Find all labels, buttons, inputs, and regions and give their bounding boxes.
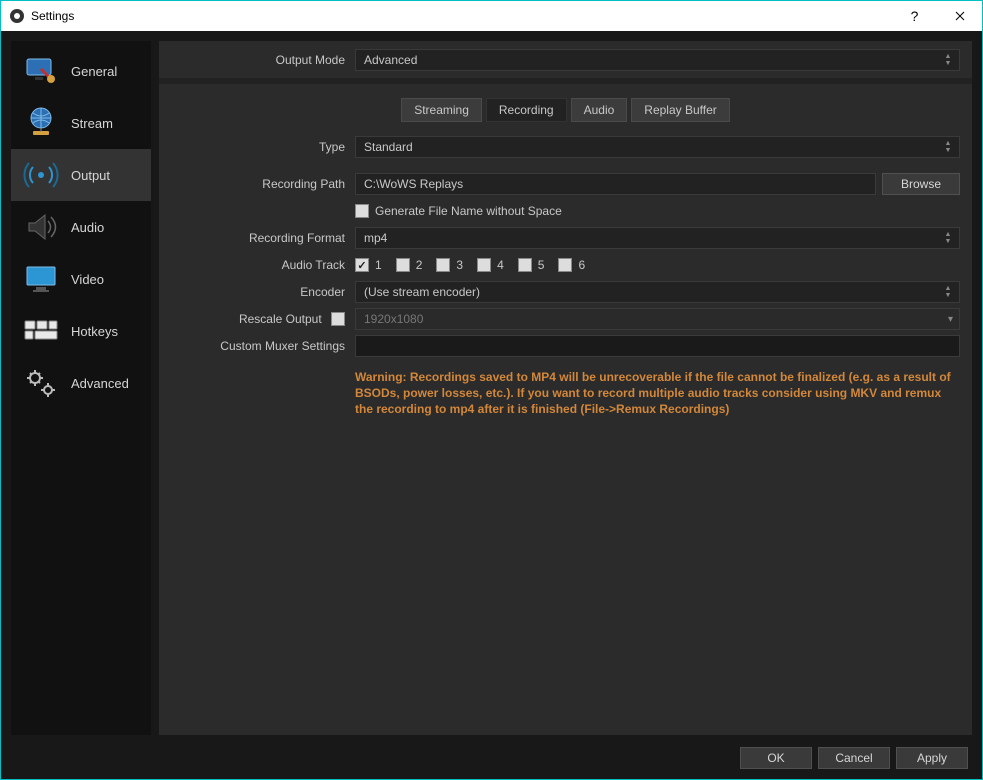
output-mode-select[interactable]: Advanced ▲▼ (355, 49, 960, 71)
recording-format-label: Recording Format (165, 231, 355, 245)
monitor-wrench-icon (21, 51, 61, 91)
tab-streaming[interactable]: Streaming (401, 98, 482, 122)
settings-window: Settings ? General Stream Output (0, 0, 983, 780)
gen-filename-checkbox[interactable] (355, 204, 369, 218)
muxer-input[interactable] (355, 335, 960, 357)
sidebar-item-advanced[interactable]: Advanced (11, 357, 151, 409)
tab-audio[interactable]: Audio (571, 98, 628, 122)
gears-icon (21, 363, 61, 403)
recording-path-label: Recording Path (165, 177, 355, 191)
app-icon (9, 8, 25, 24)
sidebar-item-general[interactable]: General (11, 45, 151, 97)
sidebar-item-label: Output (71, 168, 110, 183)
recording-path-input[interactable] (355, 173, 876, 195)
spinner-icon: ▲▼ (941, 230, 955, 246)
sidebar-item-hotkeys[interactable]: Hotkeys (11, 305, 151, 357)
audio-track-3-checkbox[interactable] (436, 258, 450, 272)
rescale-output-label: Rescale Output (165, 312, 355, 327)
sidebar-item-output[interactable]: Output (11, 149, 151, 201)
ok-button[interactable]: OK (740, 747, 812, 769)
tab-replay-buffer[interactable]: Replay Buffer (631, 98, 730, 122)
type-label: Type (165, 140, 355, 154)
apply-button[interactable]: Apply (896, 747, 968, 769)
muxer-label: Custom Muxer Settings (165, 339, 355, 353)
cancel-button[interactable]: Cancel (818, 747, 890, 769)
titlebar: Settings ? (1, 1, 982, 31)
encoder-label: Encoder (165, 285, 355, 299)
sidebar-item-label: General (71, 64, 117, 79)
audio-track-4-checkbox[interactable] (477, 258, 491, 272)
sidebar-item-label: Stream (71, 116, 113, 131)
output-mode-label: Output Mode (165, 53, 355, 67)
chevron-down-icon: ▾ (948, 314, 953, 325)
rescale-checkbox[interactable] (331, 312, 345, 326)
mp4-warning: Warning: Recordings saved to MP4 will be… (355, 365, 960, 422)
audio-track-5-checkbox[interactable] (518, 258, 532, 272)
audio-track-6-checkbox[interactable] (558, 258, 572, 272)
output-tabs: Streaming Recording Audio Replay Buffer (159, 88, 972, 128)
spinner-icon: ▲▼ (941, 139, 955, 155)
browse-button[interactable]: Browse (882, 173, 960, 195)
globe-network-icon (21, 103, 61, 143)
sidebar-item-video[interactable]: Video (11, 253, 151, 305)
sidebar-item-label: Video (71, 272, 104, 287)
audio-track-label: Audio Track (165, 258, 355, 272)
broadcast-icon (21, 155, 61, 195)
sidebar-item-label: Audio (71, 220, 104, 235)
audio-track-1-checkbox[interactable]: ✓ (355, 258, 369, 272)
gen-filename-label: Generate File Name without Space (375, 204, 562, 218)
close-button[interactable] (937, 1, 982, 31)
window-title: Settings (31, 9, 74, 23)
dialog-footer: OK Cancel Apply (11, 743, 972, 769)
content-panel: Output Mode Advanced ▲▼ Streaming Record… (159, 41, 972, 735)
recording-format-select[interactable]: mp4 ▲▼ (355, 227, 960, 249)
keyboard-icon (21, 311, 61, 351)
audio-track-2-checkbox[interactable] (396, 258, 410, 272)
monitor-icon (21, 259, 61, 299)
sidebar-item-label: Hotkeys (71, 324, 118, 339)
encoder-select[interactable]: (Use stream encoder) ▲▼ (355, 281, 960, 303)
type-select[interactable]: Standard ▲▼ (355, 136, 960, 158)
tab-recording[interactable]: Recording (486, 98, 567, 122)
rescale-select: 1920x1080 ▾ (355, 308, 960, 330)
spinner-icon: ▲▼ (941, 52, 955, 68)
sidebar-item-label: Advanced (71, 376, 129, 391)
sidebar: General Stream Output Audio Video (11, 41, 151, 735)
sidebar-item-audio[interactable]: Audio (11, 201, 151, 253)
spinner-icon: ▲▼ (941, 284, 955, 300)
help-button[interactable]: ? (892, 1, 937, 31)
speaker-icon (21, 207, 61, 247)
sidebar-item-stream[interactable]: Stream (11, 97, 151, 149)
